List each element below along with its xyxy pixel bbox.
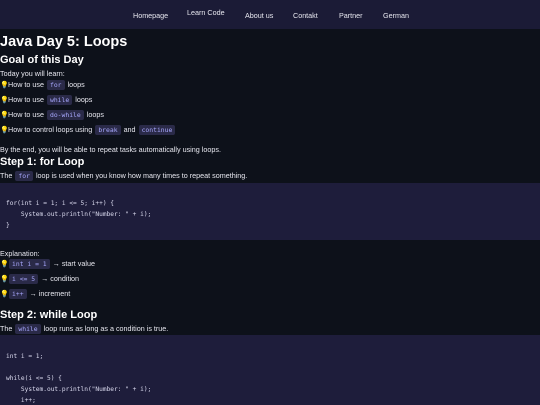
inline-code: i <= 5 <box>9 274 39 284</box>
code-line: int i = 1; <box>6 353 44 360</box>
top-navigation: Homepage Learn Code About us Contakt Par… <box>0 0 540 29</box>
goal-heading: Goal of this Day <box>0 54 84 66</box>
nav-contakt[interactable]: Contakt <box>293 11 318 20</box>
step2-heading: Step 2: while Loop <box>0 309 98 321</box>
goal-item: 💡How to use while loops <box>0 95 93 105</box>
explanation-item: 💡 int i = 1 → start value <box>0 259 95 269</box>
nav-partner[interactable]: Partner <box>339 11 363 20</box>
inline-code: continue <box>138 125 176 135</box>
nav-homepage[interactable]: Homepage <box>133 11 168 20</box>
lightbulb-icon: 💡 <box>0 127 9 134</box>
goal-outro: By the end, you will be able to repeat t… <box>0 145 221 154</box>
code-line: while(i <= 5) { <box>6 375 62 382</box>
lightbulb-icon: 💡 <box>0 261 9 268</box>
goal-item: 💡How to use for loops <box>0 80 85 90</box>
inline-code: int i = 1 <box>9 259 50 269</box>
code-block-while: int i = 1; while(i <= 5) { System.out.pr… <box>0 335 540 405</box>
lightbulb-icon: 💡 <box>0 82 9 89</box>
step2-description: The while loop runs as long as a conditi… <box>0 324 169 334</box>
code-line: System.out.println("Number: " + i); <box>6 211 152 218</box>
inline-code: do-while <box>46 110 84 120</box>
nav-learn-code[interactable]: Learn Code <box>187 8 225 17</box>
step1-heading: Step 1: for Loop <box>0 156 85 168</box>
goal-intro: Today you will learn: <box>0 69 65 78</box>
step1-description: The for loop is used when you know how m… <box>0 171 248 181</box>
explanation-item: 💡 i <= 5 → condition <box>0 274 80 284</box>
lightbulb-icon: 💡 <box>0 112 9 119</box>
code-line: i++; <box>6 397 36 404</box>
inline-code: break <box>95 125 121 135</box>
inline-code: while <box>46 95 73 105</box>
code-line: System.out.println("Number: " + i); <box>6 386 152 393</box>
lightbulb-icon: 💡 <box>0 291 9 298</box>
nav-about-us[interactable]: About us <box>245 11 273 20</box>
inline-code: for <box>46 80 65 90</box>
page-title: Java Day 5: Loops <box>0 34 128 50</box>
lightbulb-icon: 💡 <box>0 276 9 283</box>
goal-item: 💡How to control loops using break and co… <box>0 125 176 135</box>
lightbulb-icon: 💡 <box>0 97 9 104</box>
code-line: } <box>6 222 10 229</box>
inline-code: while <box>15 324 41 334</box>
explanation-label: Explanation: <box>0 249 40 258</box>
inline-code: i++ <box>9 289 27 299</box>
nav-german[interactable]: German <box>383 11 409 20</box>
goal-item: 💡How to use do-while loops <box>0 110 104 120</box>
code-block-for: for(int i = 1; i <= 5; i++) { System.out… <box>0 183 540 240</box>
code-line: for(int i = 1; i <= 5; i++) { <box>6 200 115 207</box>
explanation-item: 💡 i++ → increment <box>0 289 71 299</box>
inline-code: for <box>15 171 33 181</box>
